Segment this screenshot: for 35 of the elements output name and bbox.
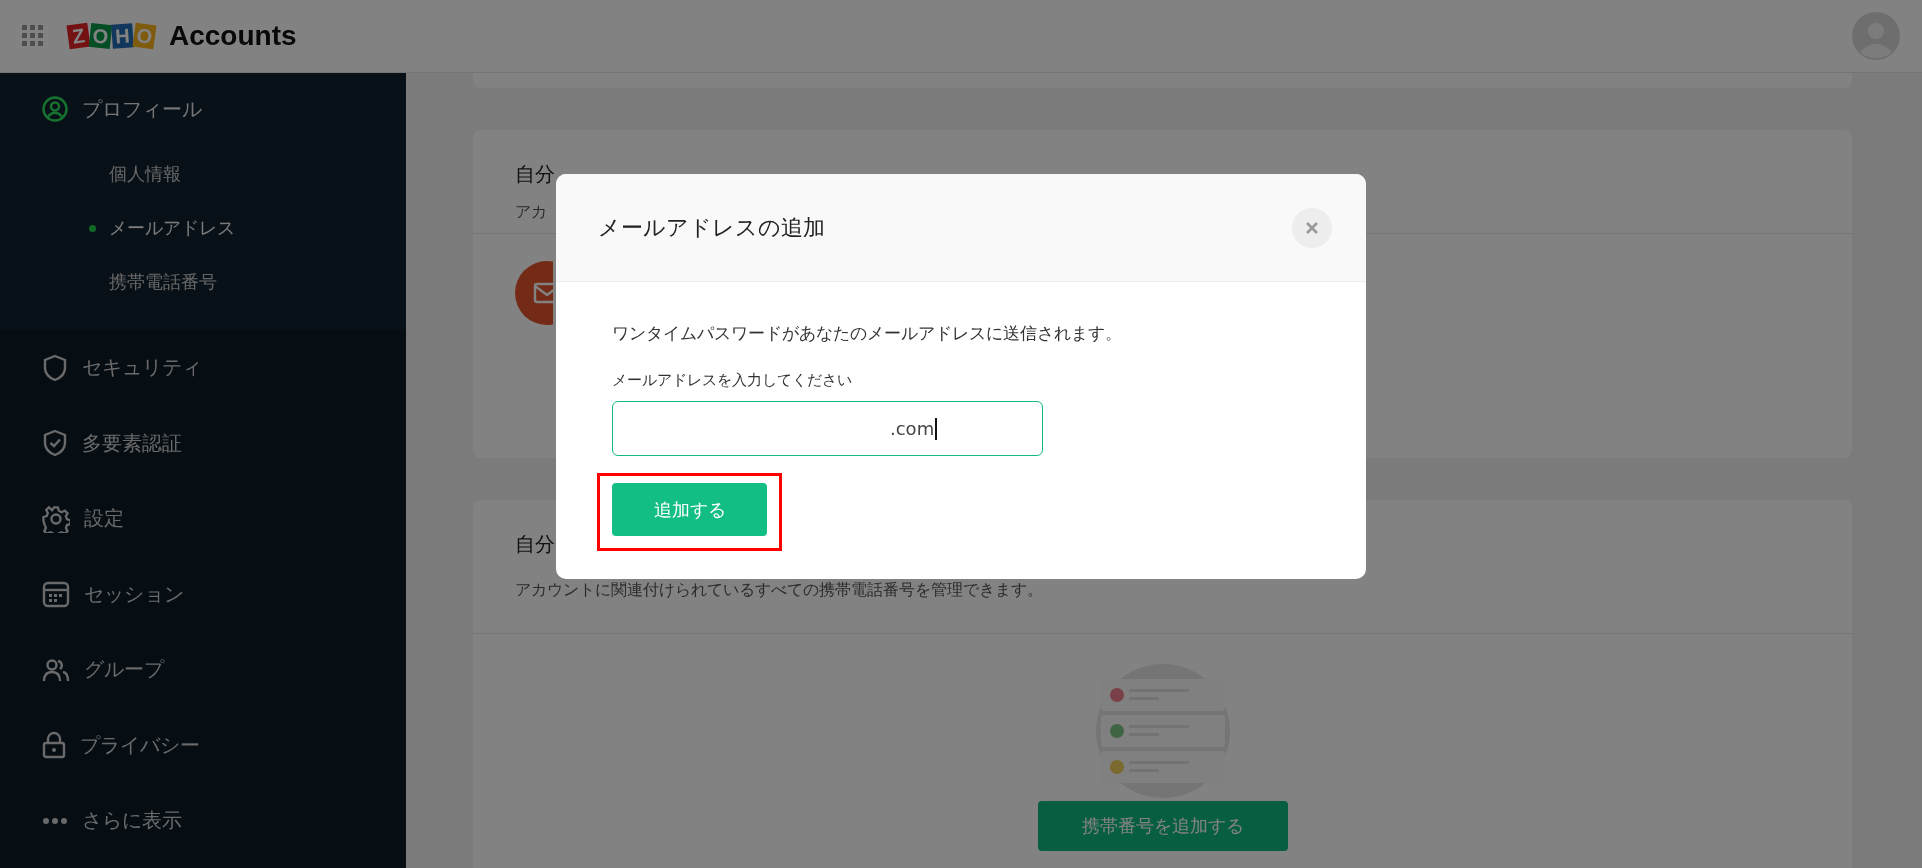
more-icon: [42, 816, 68, 825]
sidebar-subitem[interactable]: メールアドレス: [0, 201, 406, 255]
sidebar-item[interactable]: セッション: [0, 556, 406, 632]
sidebar-subitem[interactable]: 個人情報: [0, 147, 406, 201]
sidebar-item[interactable]: セキュリティ: [0, 330, 406, 406]
dialog-message: ワンタイムパスワードがあなたのメールアドレスに送信されます。: [612, 322, 1123, 344]
mail-icon: [515, 261, 553, 325]
sidebar-item[interactable]: プロフィール: [0, 82, 406, 136]
add-phone-button[interactable]: 携帯番号を追加する: [1037, 801, 1288, 851]
sidebar-subitem[interactable]: 携帯電話番号: [0, 255, 406, 309]
card-subtitle: アカ: [515, 202, 548, 223]
close-icon: [1305, 220, 1319, 235]
profile-icon: [42, 96, 68, 122]
sidebar-item[interactable]: 設定: [0, 481, 406, 557]
shield-icon: [42, 353, 68, 382]
card-subtitle: アカウントに関連付けられているすべての携帯電話番号を管理できます。: [515, 580, 1044, 601]
sidebar-item[interactable]: 多要素認証: [0, 405, 406, 481]
zoho-logo: ZOHO: [68, 24, 155, 48]
sidebar-item[interactable]: プライバシー: [0, 707, 406, 783]
dialog-title: メールアドレスの追加: [598, 213, 825, 242]
sidebar-item[interactable]: さらに表示: [0, 783, 406, 859]
email-field[interactable]: .com: [612, 401, 1043, 456]
apps-grid-icon[interactable]: [22, 25, 44, 47]
close-button[interactable]: [1292, 207, 1332, 248]
sidebar-item[interactable]: グループ: [0, 632, 406, 708]
settings-icon: [42, 504, 70, 533]
card-title: 自分: [515, 531, 556, 558]
add-button[interactable]: 追加する: [612, 483, 767, 536]
calendar-icon: [42, 580, 70, 609]
shield-check-icon: [42, 429, 68, 458]
app-title: Accounts: [169, 20, 297, 52]
card-title: 自分: [515, 161, 556, 188]
people-icon: [42, 656, 70, 683]
field-label: メールアドレスを入力してください: [612, 371, 853, 390]
lock-icon: [42, 731, 66, 760]
